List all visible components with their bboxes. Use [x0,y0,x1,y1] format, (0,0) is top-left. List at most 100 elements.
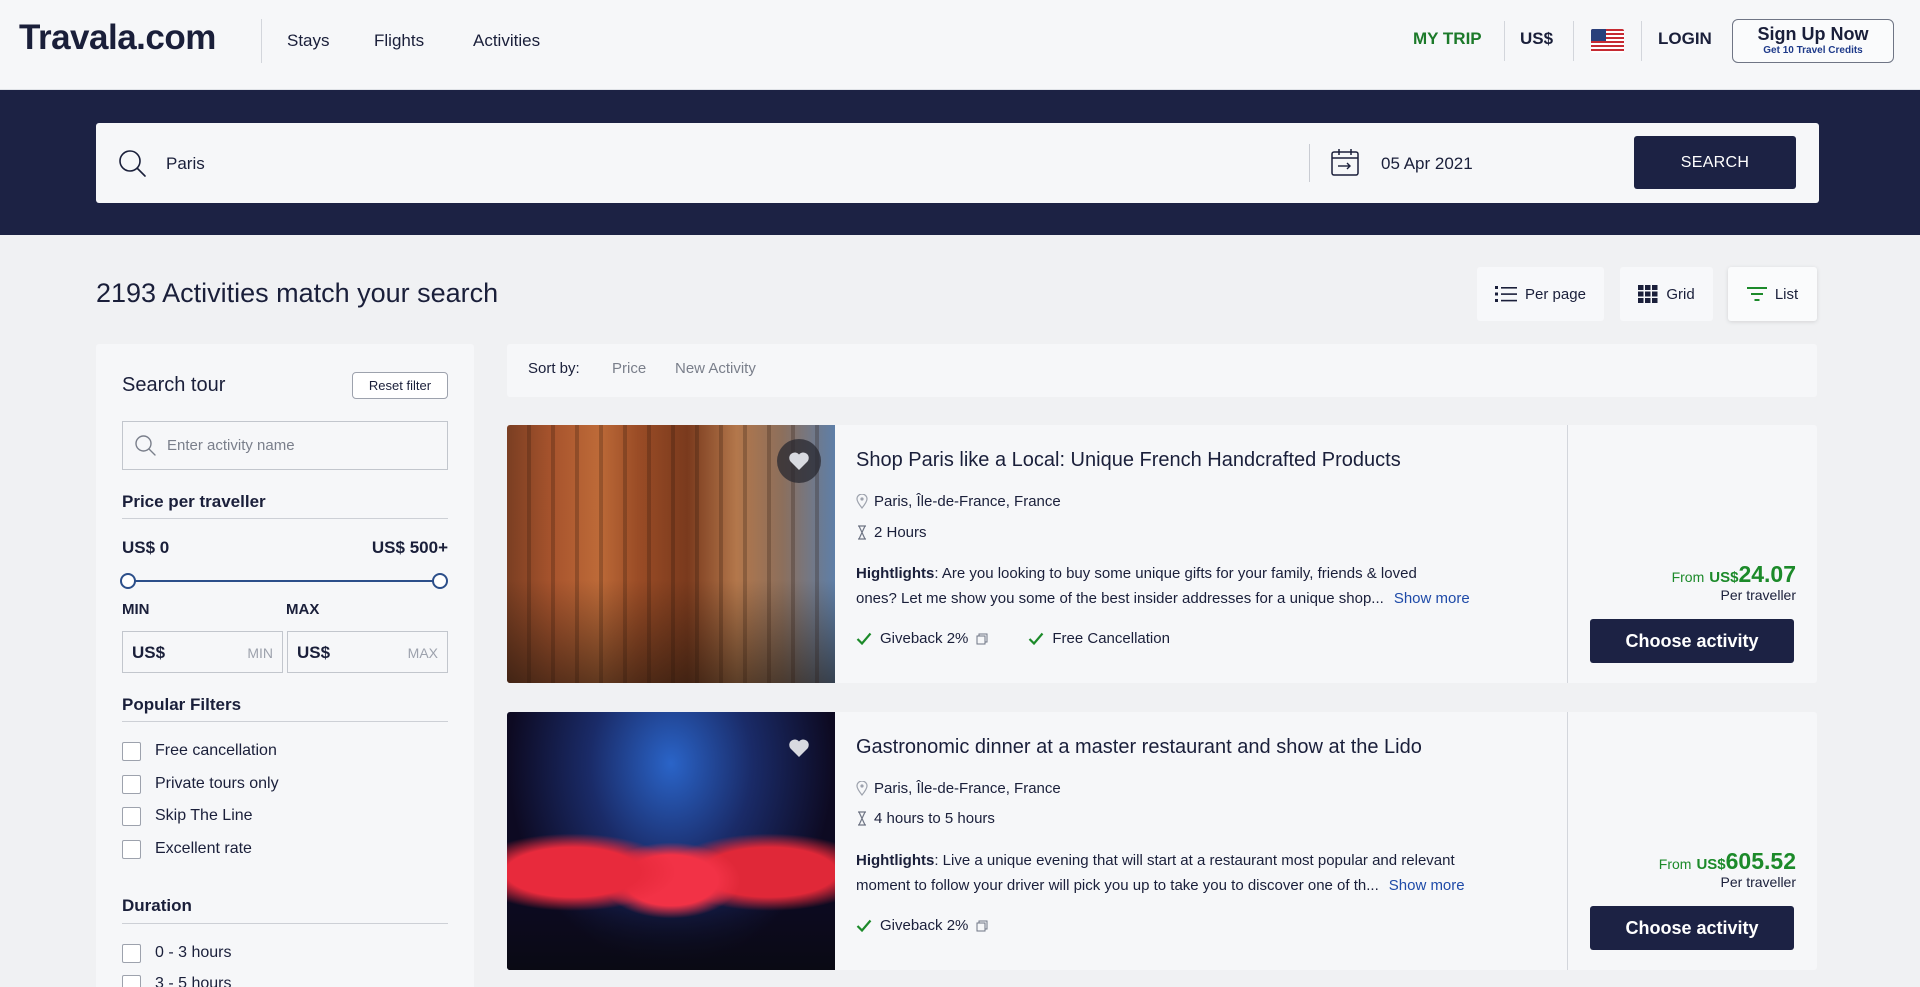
highlights-line: : Are you looking to buy some unique gif… [934,565,1417,582]
price-min-value: US$ 0 [122,538,170,557]
heart-icon [789,452,809,470]
price-from-label: From [1671,569,1705,585]
popular-filters-heading: Popular Filters [122,695,242,714]
destination-input[interactable]: Paris [166,154,205,174]
login-link[interactable]: LOGIN [1658,29,1712,49]
checkbox[interactable] [122,806,141,826]
currency-selector[interactable]: US$ [1520,29,1553,49]
location-pin-icon [856,781,868,796]
sort-price[interactable]: Price [612,360,646,377]
activity-location: Paris, Île-de-France, France [856,780,1061,797]
min-price-input[interactable]: US$ MIN [122,631,283,673]
my-trip-link[interactable]: MY TRIP [1413,29,1482,49]
info-copy-icon[interactable] [976,633,988,645]
price-slider-track[interactable] [128,580,440,582]
list-label: List [1774,285,1799,303]
activity-input-placeholder: Enter activity name [167,437,295,454]
site-logo[interactable]: Travala.com [19,18,216,58]
checkbox[interactable] [122,774,141,794]
search-divider [1309,144,1310,182]
checkbox[interactable] [122,741,141,761]
location-text: Paris, Île-de-France, France [874,780,1061,797]
us-flag-icon[interactable] [1591,29,1624,53]
activity-price: From US$ 24.07 [1672,561,1796,588]
activity-highlights: Hightlights: Live a unique evening that … [856,848,1560,898]
search-icon [135,435,156,456]
activity-duration: 4 hours to 5 hours [856,810,995,827]
section-divider [122,518,448,519]
check-icon [856,919,872,932]
price-currency: US$ [1696,856,1726,873]
filter-label: 0 - 3 hours [155,944,232,961]
filter-label: Free cancellation [155,742,277,759]
highlights-label: Hightlights [856,852,935,869]
price-heading: Price per traveller [122,492,266,511]
filter-label: Private tours only [155,775,279,792]
sidebar-title: Search tour [122,374,226,396]
min-hint: MIN [247,645,273,661]
signup-sublabel: Get 10 Travel Credits [1763,45,1863,56]
search-button[interactable]: SEARCH [1634,136,1796,189]
sort-new-activity[interactable]: New Activity [675,360,756,377]
per-page-button[interactable]: Per page [1477,267,1604,321]
free-cancellation-text: Free Cancellation [1052,630,1170,647]
price-slider-max-handle[interactable] [432,573,448,589]
location-text: Paris, Île-de-France, France [874,493,1061,510]
favorite-button[interactable] [777,726,821,770]
section-divider [122,721,448,722]
filter-label: 3 - 5 hours [155,975,232,987]
max-price-input[interactable]: US$ MAX [287,631,448,673]
activity-location: Paris, Île-de-France, France [856,493,1061,510]
nav-flights[interactable]: Flights [374,31,424,51]
results-count-title: 2193 Activities match your search [96,278,499,308]
price-area: From US$ 605.52 Per traveller Choose act… [1567,712,1817,970]
checkbox[interactable] [122,974,141,987]
per-traveller-label: Per traveller [1720,874,1796,890]
activity-title[interactable]: Shop Paris like a Local: Unique French H… [856,449,1401,472]
grid-view-button[interactable]: Grid [1620,267,1713,321]
activity-badges: Giveback 2% [856,917,988,934]
price-slider-min-handle[interactable] [120,573,136,589]
filter-duration-3-5[interactable]: 3 - 5 hours [122,974,231,987]
filter-private-tours[interactable]: Private tours only [122,774,279,794]
price-from-label: From [1658,856,1692,872]
date-input[interactable]: 05 Apr 2021 [1381,154,1473,174]
signup-button[interactable]: Sign Up Now Get 10 Travel Credits [1732,19,1894,63]
min-currency: US$ [132,643,166,662]
price-area: From US$ 24.07 Per traveller Choose acti… [1567,425,1817,683]
filter-skip-the-line[interactable]: Skip The Line [122,806,253,826]
info-copy-icon[interactable] [976,920,988,932]
sort-label: Sort by: [528,360,580,377]
price-amount: 24.07 [1738,561,1796,587]
favorite-button[interactable] [777,439,821,483]
show-more-link[interactable]: Show more [1394,586,1470,611]
nav-stays[interactable]: Stays [287,31,330,51]
sort-bar: Sort by: Price New Activity [507,344,1817,397]
choose-activity-button[interactable]: Choose activity [1590,906,1794,950]
list-view-button[interactable]: List [1728,267,1817,321]
filter-free-cancellation[interactable]: Free cancellation [122,741,277,761]
nav-activities[interactable]: Activities [473,31,540,51]
choose-activity-button[interactable]: Choose activity [1590,619,1794,663]
search-icon [119,150,146,177]
max-currency: US$ [297,643,331,662]
list-bullets-icon [1495,286,1518,302]
reset-filter-button[interactable]: Reset filter [352,372,448,399]
filter-duration-0-3[interactable]: 0 - 3 hours [122,943,231,963]
giveback-badge: Giveback 2% [856,917,988,934]
hourglass-icon [858,525,866,540]
show-more-link[interactable]: Show more [1389,873,1465,898]
min-label: MIN [122,601,150,618]
checkbox[interactable] [122,839,141,859]
max-hint: MAX [407,645,438,661]
filter-excellent-rate[interactable]: Excellent rate [122,839,252,859]
checkbox[interactable] [122,943,141,963]
check-icon [1029,632,1044,645]
filter-lines-icon [1746,287,1767,301]
section-divider [122,923,448,924]
top-header: Travala.com Stays Flights Activities MY … [0,0,1920,90]
activity-card: Shop Paris like a Local: Unique French H… [507,425,1817,683]
activity-name-input[interactable]: Enter activity name [122,421,448,470]
activity-title[interactable]: Gastronomic dinner at a master restauran… [856,736,1422,759]
price-amount: 605.52 [1725,848,1796,874]
